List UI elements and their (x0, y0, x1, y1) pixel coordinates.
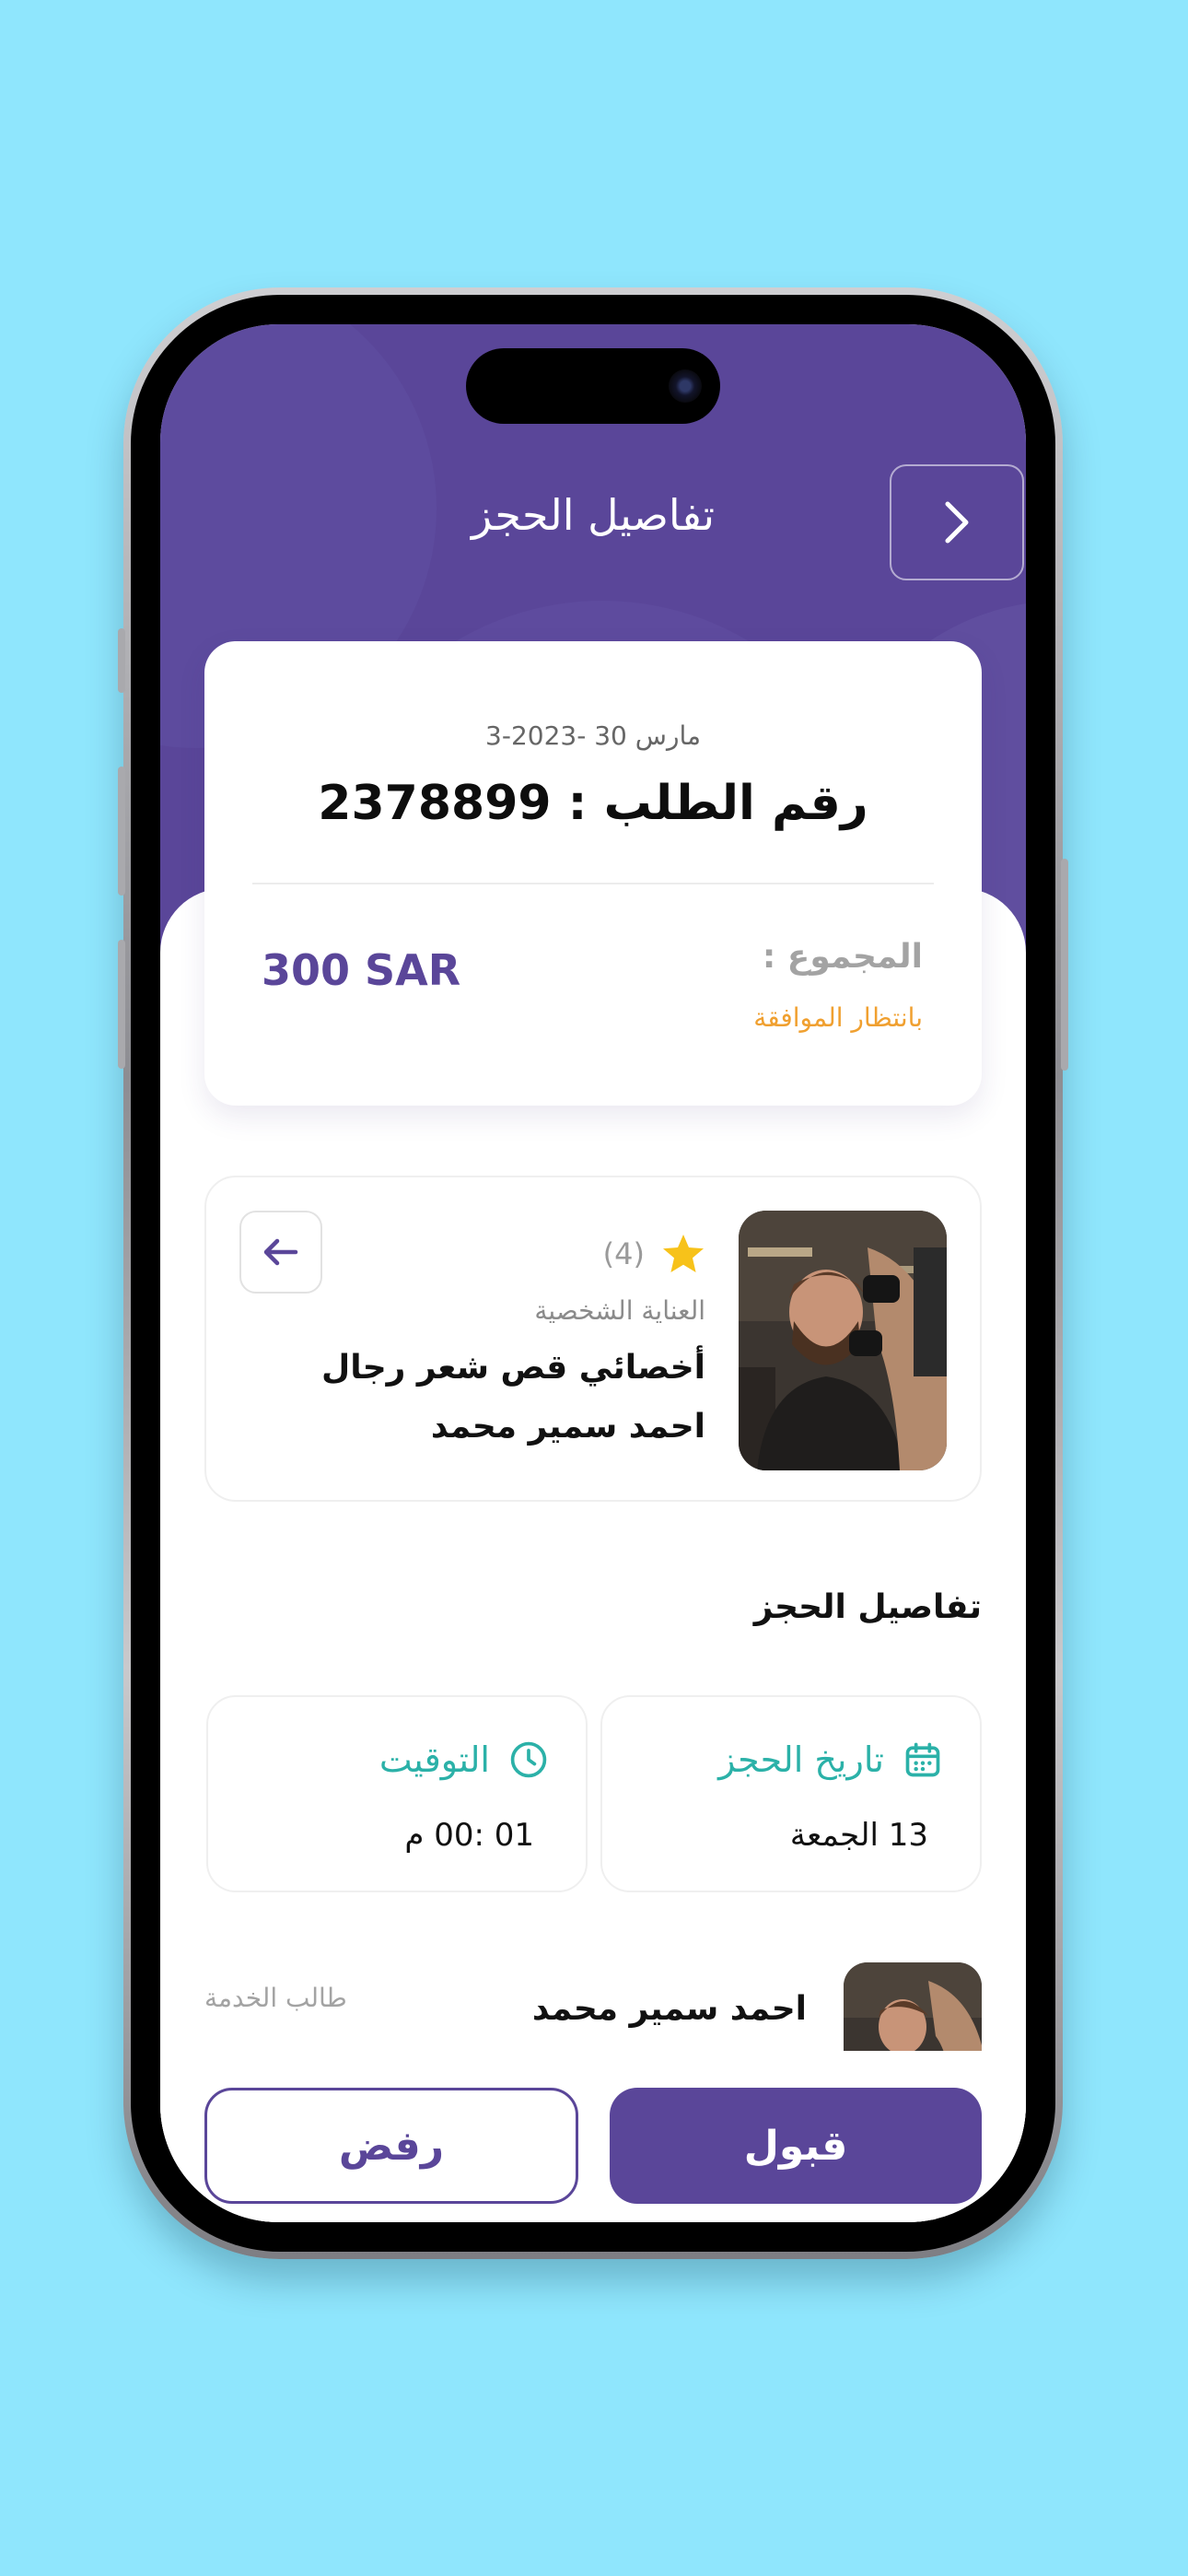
booking-date-card: تاريخ الحجز 13 الجمعة (600, 1695, 982, 1892)
order-number: رقم الطلب : 2378899 (318, 776, 868, 831)
arrow-left-icon (263, 1238, 298, 1266)
rating-count: (4) (602, 1236, 645, 1271)
booking-date-value: 13 الجمعة (789, 1817, 928, 1854)
dynamic-island (466, 348, 720, 424)
rating: (4) (603, 1233, 705, 1275)
order-date: مارس 30 -2023-3 (485, 720, 701, 751)
volume-up-button (118, 767, 125, 896)
requester-label: طالب الخدمة (204, 1983, 347, 2013)
time-card: التوقيت 01 :00 م (206, 1695, 588, 1892)
action-bar: قبول رفض (160, 2051, 1026, 2222)
back-button[interactable] (890, 464, 1024, 580)
service-title: أخصائي قص شعر رجال (320, 1349, 705, 1387)
camera-icon (669, 369, 702, 403)
screen: تفاصيل الحجز مارس 30 -2023-3 رقم الطلب :… (160, 324, 1026, 2222)
mute-switch (118, 628, 125, 693)
star-icon (663, 1235, 704, 1272)
calendar-icon (905, 1742, 940, 1777)
total-label: المجموع : (762, 938, 923, 976)
time-label: التوقيت (379, 1739, 490, 1780)
divider (252, 883, 934, 884)
clock-icon (510, 1741, 547, 1778)
service-card[interactable]: (4) العناية الشخصية أخصائي قص شعر رجال ا… (204, 1176, 982, 1502)
section-title: تفاصيل الحجز (753, 1588, 982, 1626)
reject-button[interactable]: رفض (204, 2088, 578, 2204)
open-service-button[interactable] (239, 1211, 322, 1294)
chevron-right-icon (945, 501, 969, 544)
power-button (1061, 859, 1068, 1071)
volume-down-button (118, 940, 125, 1069)
status-text: بانتظار الموافقة (753, 1002, 923, 1033)
service-photo (739, 1211, 947, 1470)
time-value: 01 :00 م (404, 1817, 534, 1854)
requester-name: احمد سمير محمد (531, 1990, 807, 2028)
total-value: 300 SAR (262, 945, 461, 995)
order-summary-card: مارس 30 -2023-3 رقم الطلب : 2378899 المج… (204, 641, 982, 1106)
phone-frame: تفاصيل الحجز مارس 30 -2023-3 رقم الطلب :… (118, 287, 1068, 2259)
provider-name: احمد سمير محمد (430, 1408, 705, 1446)
booking-date-label: تاريخ الحجز (718, 1739, 884, 1780)
service-category: العناية الشخصية (534, 1295, 705, 1326)
accept-button[interactable]: قبول (610, 2088, 982, 2204)
